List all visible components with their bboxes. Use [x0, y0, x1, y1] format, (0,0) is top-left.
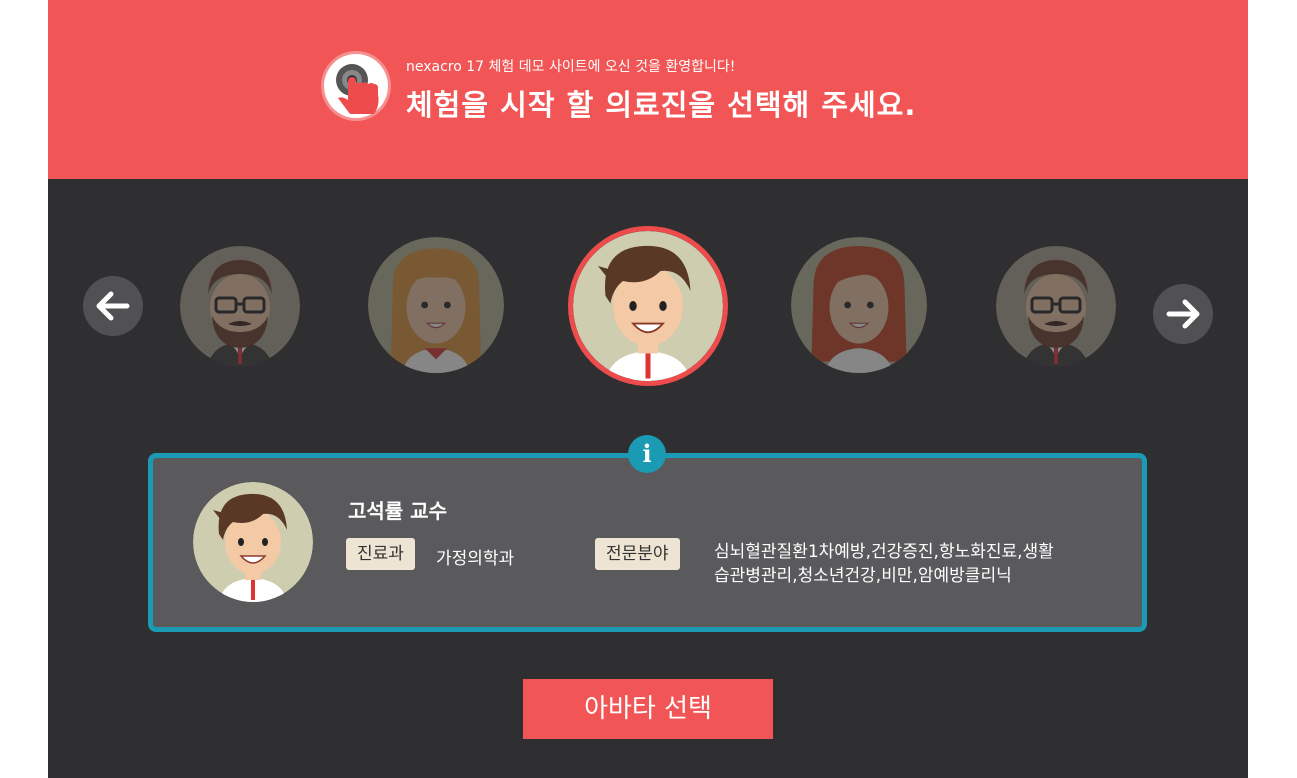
- doctor-info-card: 고석률 교수 진료과 가정의학과 전문분야 심뇌혈관질환1차예방,건강증진,항노…: [148, 453, 1147, 632]
- header-banner: nexacro 17 체험 데모 사이트에 오신 것을 환영합니다! 체험을 시…: [48, 0, 1248, 179]
- specialty-line-1: 심뇌혈관질환1차예방,건강증진,항노화진료,생활: [714, 542, 1054, 562]
- female-doctor-icon: [368, 237, 504, 373]
- info-icon: i: [628, 435, 666, 473]
- bearded-doctor-icon: [996, 246, 1116, 366]
- male-doctor-icon: [193, 482, 313, 602]
- select-avatar-button[interactable]: 아바타 선택: [523, 679, 773, 739]
- bearded-doctor-icon: [180, 246, 300, 366]
- avatar-option-1[interactable]: [180, 246, 300, 366]
- specialty-line-2: 습관병관리,청소년건강,비만,암예방클리닉: [714, 566, 1012, 586]
- avatar-option-5[interactable]: [996, 246, 1116, 366]
- welcome-text: nexacro 17 체험 데모 사이트에 오신 것을 환영합니다!: [406, 59, 736, 75]
- specialty-label: 전문분야: [595, 538, 680, 570]
- male-doctor-icon: [573, 231, 723, 381]
- dept-label: 진료과: [346, 538, 415, 570]
- avatar-option-2[interactable]: [368, 237, 504, 373]
- avatar-option-4[interactable]: [791, 237, 927, 373]
- touch-hand-icon: [324, 54, 388, 118]
- doctor-name: 고석률 교수: [348, 499, 447, 523]
- prev-button[interactable]: [83, 276, 143, 336]
- avatar-option-3-selected[interactable]: [568, 226, 728, 386]
- female-doctor-icon: [791, 237, 927, 373]
- next-button[interactable]: [1153, 284, 1213, 344]
- specialty-value: 심뇌혈관질환1차예방,건강증진,항노화진료,생활 습관병관리,청소년건강,비만,…: [714, 540, 1114, 588]
- doctor-avatar: [193, 482, 313, 602]
- app-window: nexacro 17 체험 데모 사이트에 오신 것을 환영합니다! 체험을 시…: [48, 0, 1248, 778]
- arrow-left-icon: [96, 291, 130, 321]
- page-title: 체험을 시작 할 의료진을 선택해 주세요.: [406, 88, 917, 122]
- dept-value: 가정의학과: [436, 549, 515, 569]
- arrow-right-icon: [1166, 299, 1200, 329]
